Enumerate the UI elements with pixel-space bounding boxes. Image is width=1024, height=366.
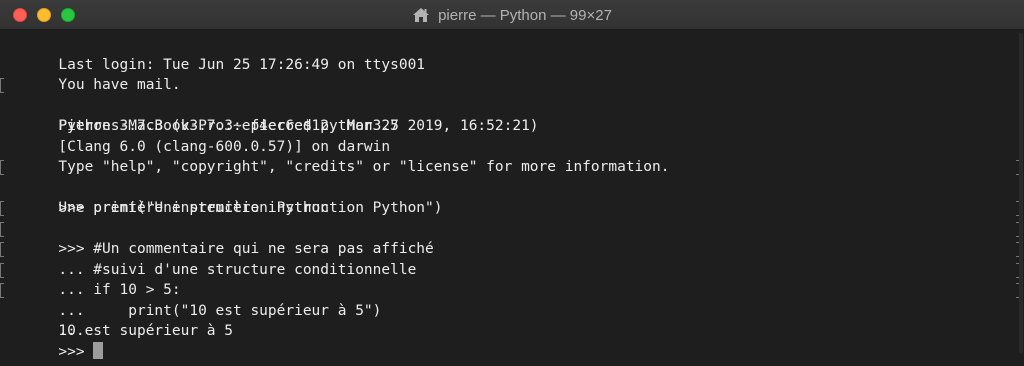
command-mark-start <box>0 221 4 237</box>
terminal-window: pierre — Python — 99×27 Last login: Tue … <box>0 0 1024 366</box>
terminal-prompt-line[interactable]: >>> <box>0 321 1024 360</box>
window-title: pierre — Python — 99×27 <box>438 6 612 24</box>
terminal-line: ... <box>0 280 1024 339</box>
terminal-line: Last login: Tue Jun 25 17:26:49 on ttys0… <box>0 34 1024 73</box>
home-icon <box>412 7 430 23</box>
terminal-line: You have mail. <box>0 55 1024 93</box>
command-mark-start <box>0 78 4 93</box>
terminal-line-text: >>> <box>58 343 94 360</box>
terminal-line: >>> print("Une première instruction Pyth… <box>0 157 1024 216</box>
title-bar[interactable]: pierre — Python — 99×27 <box>0 0 1024 30</box>
terminal-line: [Clang 6.0 (clang-600.0.57)] on darwin <box>0 116 1024 155</box>
terminal-line: Pierres-MacBook-Pro:~ pierre$ python3.7 <box>0 75 1024 134</box>
terminal-line: Python 3.7.3 (v3.7.3:ef4ec6ed12, Mar 25 … <box>0 96 1024 134</box>
scrollbar[interactable] <box>1019 33 1023 353</box>
terminal-line: Type "help", "copyright", "credits" or "… <box>0 137 1024 175</box>
terminal-line: 10 est supérieur à 5 <box>0 301 1024 339</box>
command-mark-start <box>0 283 4 298</box>
command-mark-start <box>0 201 4 216</box>
window-title-container: pierre — Python — 99×27 <box>0 0 1024 30</box>
terminal-output[interactable]: Last login: Tue Jun 25 17:26:49 on ttys0… <box>0 30 1024 366</box>
terminal-line: Une première instruction Python <box>0 178 1024 216</box>
command-mark-start <box>0 262 4 278</box>
command-mark-start <box>0 160 4 175</box>
terminal-line: ... #suivi d'une structure conditionnell… <box>0 219 1024 278</box>
terminal-line: >>> #Un commentaire qui ne sera pas affi… <box>0 198 1024 257</box>
terminal-line: ... if 10 > 5: <box>0 239 1024 298</box>
command-mark-start <box>0 242 4 257</box>
terminal-line: ... print("10 est supérieur à 5") <box>0 260 1024 319</box>
text-cursor <box>93 341 104 359</box>
